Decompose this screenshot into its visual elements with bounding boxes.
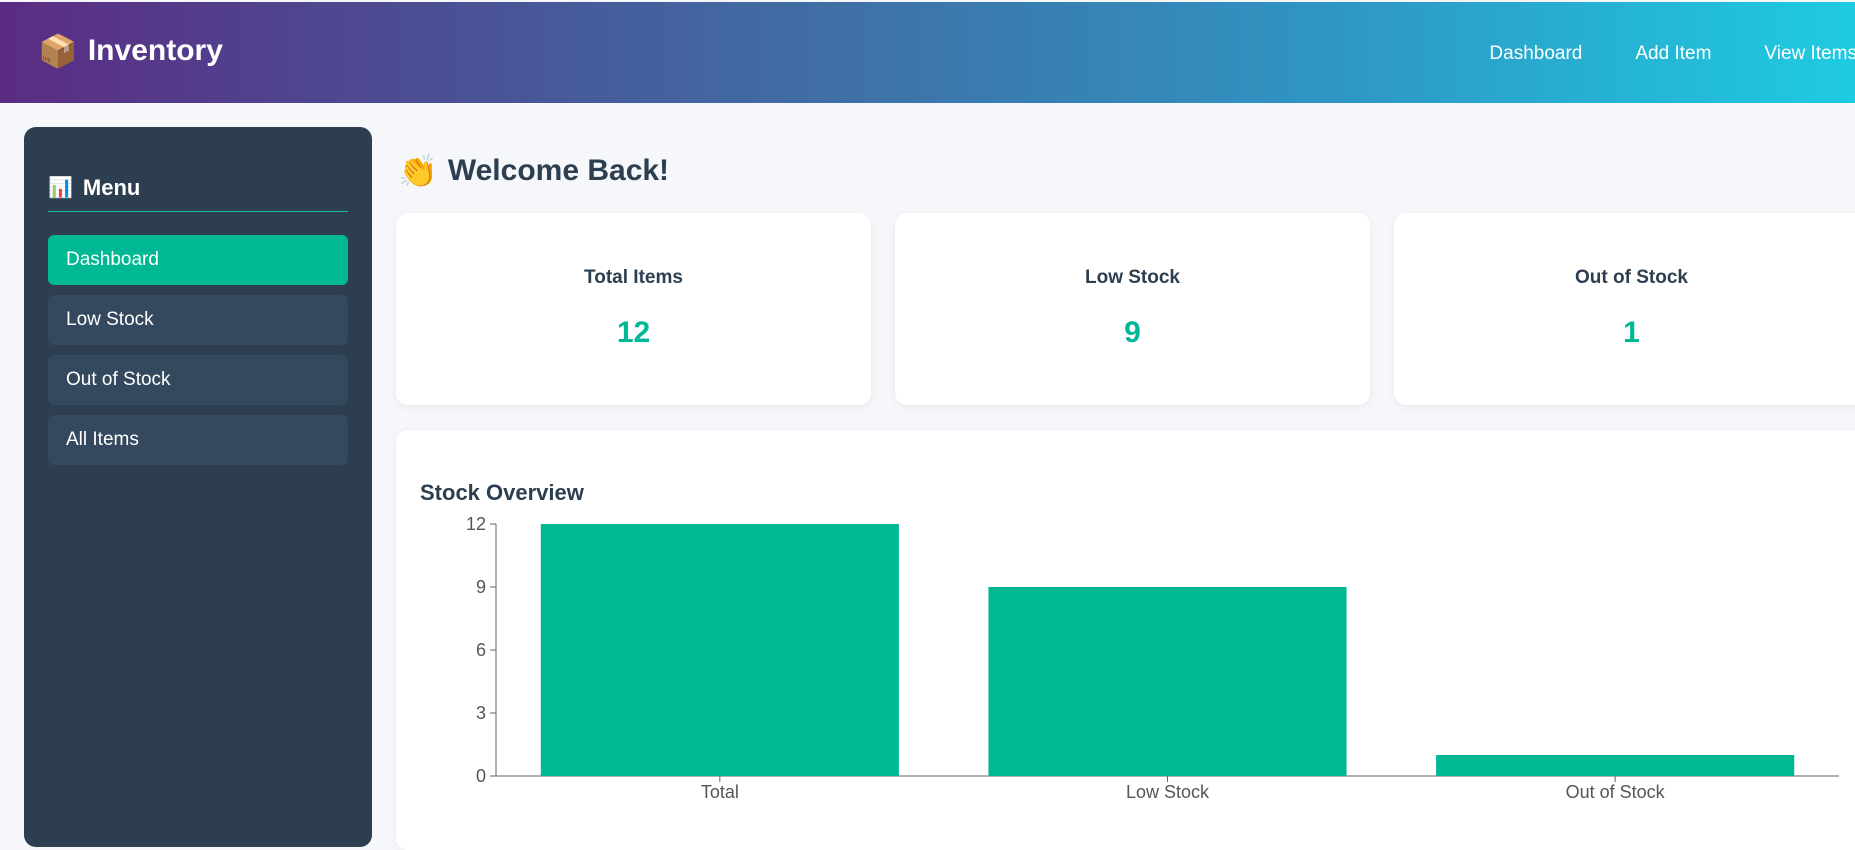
sidebar: 📊 Menu Dashboard Low Stock Out of Stock …: [24, 127, 372, 847]
sidebar-heading: 📊 Menu: [48, 175, 348, 212]
y-tick-label: 12: [466, 514, 486, 534]
sidebar-item-all-items[interactable]: All Items: [48, 415, 348, 465]
page-title: 👏 Welcome Back!: [398, 154, 669, 188]
nav-link-add-item[interactable]: Add Item: [1635, 43, 1711, 65]
top-navbar: 📦 Inventory Dashboard Add Item View Item…: [0, 2, 1855, 103]
brand[interactable]: 📦 Inventory: [38, 34, 223, 68]
stat-label: Low Stock: [1084, 267, 1180, 288]
bar-chart-icon: 📊: [48, 177, 73, 199]
sidebar-item-out-of-stock[interactable]: Out of Stock: [48, 355, 348, 405]
x-tick-label: Total: [701, 782, 739, 802]
stat-card-low-stock: Low Stock 9: [895, 213, 1370, 405]
nav-link-dashboard[interactable]: Dashboard: [1489, 43, 1582, 65]
stat-card-out-of-stock: Out of Stock 1: [1394, 213, 1855, 405]
chart-panel: Stock Overview 0 3 6 9 12 Total Low Stock Out o…: [396, 430, 1855, 850]
sidebar-menu: Dashboard Low Stock Out of Stock All Ite…: [48, 235, 348, 475]
y-tick-label: 3: [476, 703, 486, 723]
stat-card-total: Total Items 12: [396, 213, 871, 405]
stat-value: 12: [616, 316, 651, 349]
y-tick-label: 0: [476, 766, 486, 786]
stat-label: Out of Stock: [1575, 267, 1688, 288]
y-tick-label: 6: [476, 640, 486, 660]
top-nav: Dashboard Add Item View Items: [1489, 43, 1855, 65]
brand-title: Inventory: [87, 34, 223, 67]
stock-overview-chart: 0 3 6 9 12 Total Low Stock Out of Stock: [466, 514, 1839, 802]
stat-value: 1: [1623, 316, 1640, 349]
welcome-text: Welcome Back!: [447, 154, 670, 187]
sidebar-title: Menu: [82, 175, 141, 200]
bar-low-stock: [988, 587, 1347, 776]
clapping-hands-icon: 👏: [398, 153, 438, 189]
sidebar-item-dashboard[interactable]: Dashboard: [48, 235, 348, 285]
nav-link-view-items[interactable]: View Items: [1764, 43, 1855, 65]
stat-label: Total Items: [584, 267, 683, 288]
x-tick-label: Low Stock: [1126, 782, 1210, 802]
package-icon: 📦: [38, 33, 78, 69]
x-tick-label: Out of Stock: [1566, 782, 1666, 802]
y-tick-label: 9: [476, 577, 486, 597]
sidebar-item-low-stock[interactable]: Low Stock: [48, 295, 348, 345]
bar-out-of-stock: [1436, 755, 1795, 776]
bar-total: [540, 524, 899, 776]
stat-value: 9: [1124, 316, 1141, 349]
